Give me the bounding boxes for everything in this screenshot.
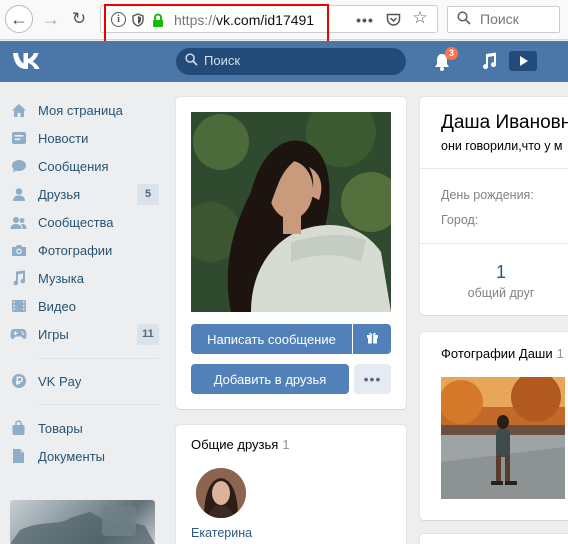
url-scheme: https:// <box>174 12 217 28</box>
mutual-friends-count: 1 <box>282 437 290 452</box>
gift-button[interactable] <box>353 324 391 354</box>
sidebar-item-label: VK Pay <box>38 373 82 389</box>
sidebar-divider <box>38 404 158 405</box>
sidebar-item-label: Игры <box>38 326 69 342</box>
browser-toolbar: ← → ↻ i https://vk.com/id17491 ••• ☆ <box>0 0 568 40</box>
sidebar-item-games[interactable]: Игры 11 <box>0 320 165 348</box>
sidebar-item-label: Сообщества <box>38 214 114 230</box>
lock-icon[interactable] <box>151 12 165 28</box>
gamepad-icon <box>10 326 27 343</box>
search-icon <box>457 11 471 28</box>
vk-header: 3 <box>0 41 568 82</box>
notification-badge: 3 <box>445 47 458 60</box>
forward-arrow-icon[interactable]: → <box>38 6 64 32</box>
photo-thumbnail[interactable] <box>441 377 565 499</box>
birthday-label: День рождения: <box>441 188 534 202</box>
more-actions-icon[interactable]: ••• <box>356 12 373 28</box>
url-text[interactable]: https://vk.com/id17491 <box>174 12 324 28</box>
sidebar-item-label: Фотографии <box>38 242 113 258</box>
promo-banner-image[interactable] <box>10 500 155 544</box>
sidebar-item-music[interactable]: Музыка <box>0 264 165 292</box>
news-icon <box>10 130 27 147</box>
sidebar-item-video[interactable]: Видео <box>0 292 165 320</box>
sidebar-item-documents[interactable]: Документы <box>0 442 165 470</box>
send-message-button[interactable]: Написать сообщение <box>191 324 352 354</box>
sidebar-item-label: Друзья <box>38 186 81 202</box>
sidebar-item-label: Моя страница <box>38 102 123 118</box>
sidebar-item-groups[interactable]: Сообщества <box>0 208 165 236</box>
vk-search-box[interactable] <box>176 48 406 75</box>
pocket-icon[interactable] <box>385 12 401 28</box>
sidebar-item-my-page[interactable]: Моя страница <box>0 96 165 124</box>
photos-count: 1 <box>556 346 564 361</box>
friends-icon <box>10 186 27 203</box>
music-icon <box>10 270 27 287</box>
sidebar-item-vk-pay[interactable]: VK Pay <box>0 367 165 395</box>
ruble-icon <box>10 373 27 390</box>
city-label: Город: <box>441 213 479 227</box>
photos-card: Фотографии Даши 1 <box>420 332 568 520</box>
reload-icon[interactable]: ↻ <box>66 6 92 32</box>
photos-title[interactable]: Фотографии Даши 1 <box>441 346 564 361</box>
sidebar-item-news[interactable]: Новости <box>0 124 165 152</box>
address-bar[interactable]: i https://vk.com/id17491 ••• ☆ <box>100 5 438 33</box>
sidebar-item-label: Сообщения <box>38 158 109 174</box>
profile-photo-card: Написать сообщение Добавить в друзья ••• <box>176 97 406 409</box>
camera-icon <box>10 242 27 259</box>
sidebar-item-photos[interactable]: Фотографии <box>0 236 165 264</box>
sidebar-item-label: Документы <box>38 448 106 464</box>
friend-avatar[interactable] <box>196 468 246 518</box>
url-host: vk.com <box>216 12 261 28</box>
info-divider <box>420 243 568 244</box>
sidebar-item-messages[interactable]: Сообщения <box>0 152 165 180</box>
info-icon[interactable]: i <box>111 12 126 27</box>
home-icon <box>10 102 27 119</box>
bookmark-star-icon[interactable]: ☆ <box>412 8 428 27</box>
search-icon <box>185 53 198 69</box>
sidebar-divider <box>38 358 158 359</box>
music-note-icon[interactable] <box>480 52 498 75</box>
games-count-badge: 11 <box>137 323 159 345</box>
sidebar-item-label: Товары <box>38 420 83 436</box>
video-icon <box>10 298 27 315</box>
friends-count-badge: 5 <box>137 183 159 205</box>
profile-info-card: Даша Ивановн они говорили,что у м День р… <box>420 97 568 315</box>
document-icon <box>10 448 27 465</box>
sidebar-item-goods[interactable]: Товары <box>0 414 165 442</box>
profile-status[interactable]: они говорили,что у м <box>441 139 563 153</box>
sidebar-item-label: Видео <box>38 298 76 314</box>
browser-search-input[interactable] <box>480 11 556 27</box>
more-options-button[interactable]: ••• <box>354 364 391 394</box>
bag-icon <box>10 420 27 437</box>
mutual-friends-stat-value[interactable]: 1 <box>466 262 536 283</box>
groups-icon <box>10 214 27 231</box>
sidebar-item-friends[interactable]: Друзья 5 <box>0 180 165 208</box>
mutual-friends-label: Общие друзья <box>191 437 279 452</box>
tracking-shield-icon[interactable] <box>131 12 144 28</box>
sidebar-item-label: Новости <box>38 130 89 146</box>
back-arrow-icon[interactable]: ← <box>5 5 33 33</box>
mutual-friends-title[interactable]: Общие друзья 1 <box>191 437 290 452</box>
photos-title-label: Фотографии Даши <box>441 346 553 361</box>
add-friend-button[interactable]: Добавить в друзья <box>191 364 349 394</box>
messages-icon <box>10 158 27 175</box>
profile-name: Даша Ивановн <box>441 112 568 133</box>
vk-logo-icon[interactable] <box>11 50 45 72</box>
gift-icon <box>366 331 379 347</box>
video-play-icon[interactable] <box>509 51 537 71</box>
mutual-friends-card: Общие друзья 1 Екатерина <box>176 425 406 544</box>
sidebar-item-label: Музыка <box>38 270 84 286</box>
next-section-card <box>420 534 568 544</box>
url-path: /id17491 <box>260 12 315 28</box>
info-divider <box>420 168 568 169</box>
browser-search-box[interactable] <box>447 6 560 33</box>
friend-name-link[interactable]: Екатерина <box>191 526 252 540</box>
profile-photo[interactable] <box>191 112 391 312</box>
mutual-friends-stat-label[interactable]: общий друг <box>460 286 542 300</box>
vk-search-input[interactable] <box>204 53 394 68</box>
